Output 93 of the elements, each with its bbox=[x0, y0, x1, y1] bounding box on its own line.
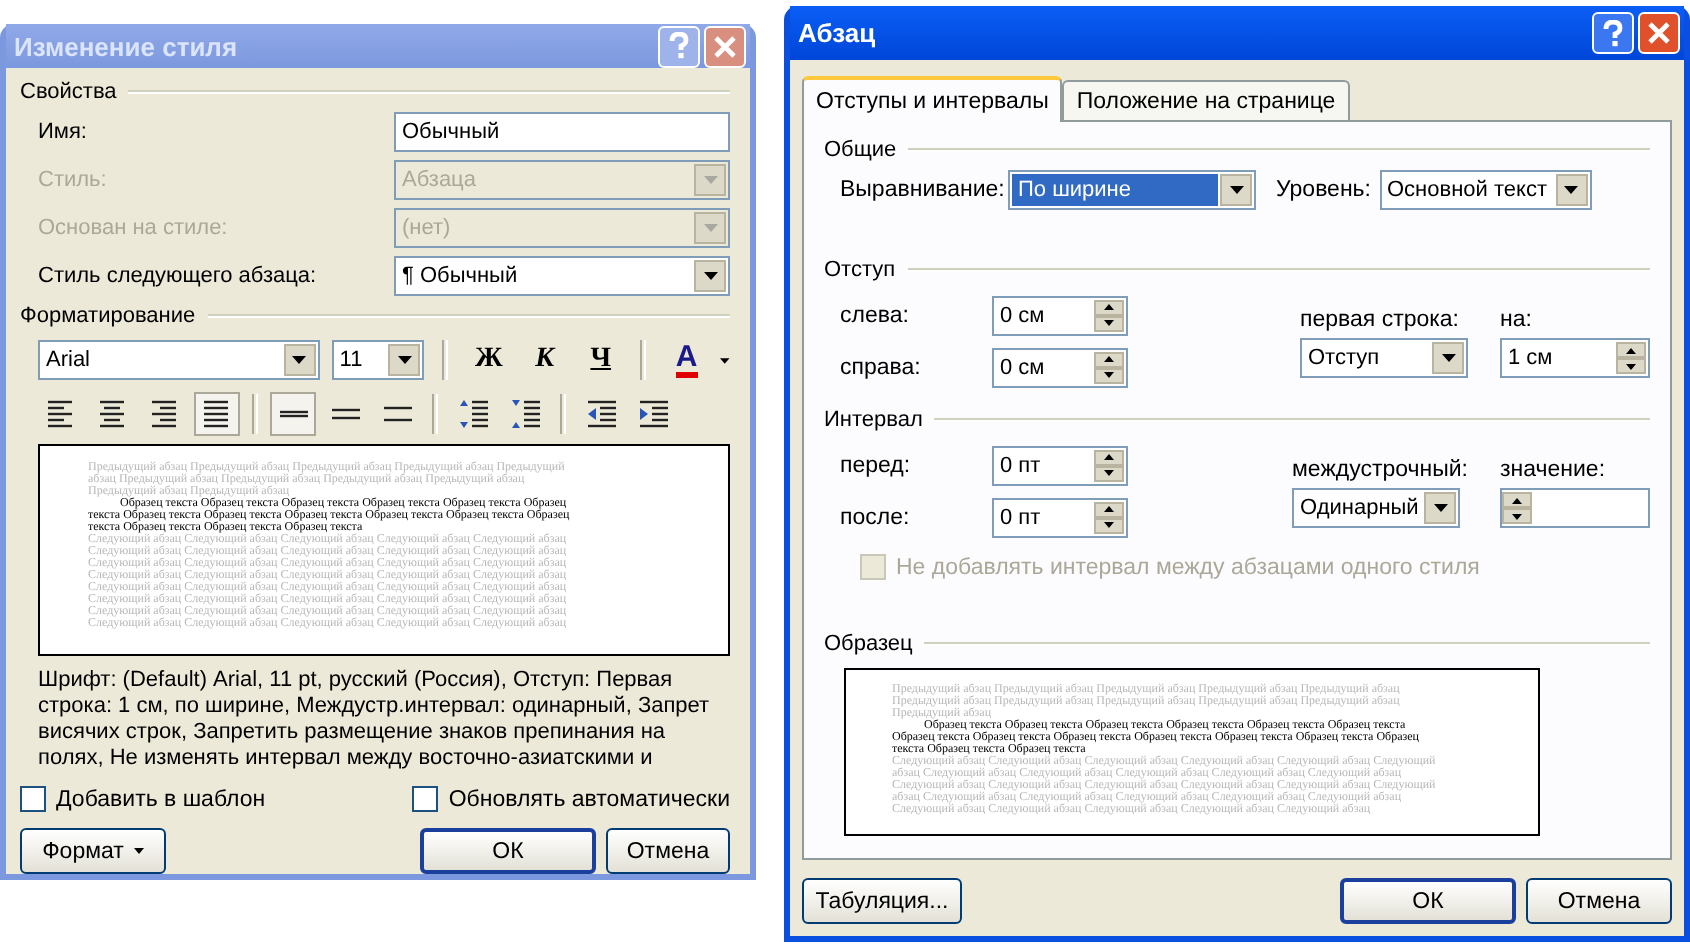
dropdown-arrow-icon bbox=[397, 356, 412, 364]
help-button[interactable] bbox=[1592, 12, 1634, 54]
group-label: Интервал bbox=[824, 408, 923, 432]
indent-increase-icon bbox=[637, 398, 669, 430]
dialog-button[interactable]: Отмена bbox=[1526, 878, 1672, 924]
align-center-icon bbox=[97, 398, 129, 430]
field-label: на: bbox=[1500, 308, 1534, 332]
dropdown-button[interactable] bbox=[283, 344, 316, 376]
dropdown-button[interactable] bbox=[388, 344, 421, 376]
dialog-button[interactable]: ОК bbox=[420, 828, 596, 874]
spinner-buttons[interactable] bbox=[1094, 449, 1124, 481]
field-label: междустрочный: bbox=[1292, 458, 1468, 482]
close-icon bbox=[712, 33, 738, 59]
field-label: Уровень: bbox=[1276, 178, 1371, 202]
field-label: значение: bbox=[1500, 458, 1608, 482]
group-label: Отступ bbox=[824, 258, 896, 282]
dropdown-button[interactable] bbox=[1555, 174, 1587, 206]
dropdown-field[interactable]: Arial bbox=[38, 340, 320, 380]
bold-button[interactable]: Ж bbox=[466, 338, 511, 382]
group-label: Форматирование bbox=[20, 304, 196, 328]
spinner-buttons[interactable] bbox=[1094, 501, 1124, 533]
group-label: Свойства bbox=[20, 80, 117, 104]
align-right-icon bbox=[149, 398, 181, 430]
field-label: слева: bbox=[838, 303, 911, 327]
italic-button[interactable]: К bbox=[522, 338, 567, 382]
name-field[interactable]: Обычный bbox=[394, 112, 730, 152]
spinner-buttons[interactable] bbox=[1502, 492, 1532, 524]
spin-field[interactable]: 0 см bbox=[992, 347, 1128, 387]
dropdown-button[interactable] bbox=[1424, 492, 1457, 524]
align-left-icon bbox=[45, 398, 77, 430]
justify-icon bbox=[201, 398, 233, 430]
style-description: Шрифт: (Default) Arial, 11 pt, русский (Россия), Отступ: Первая строка: 1 см, по ширине, Междустр.интервал: одинарный, Запрет висячих строк, Запретить размещение знаков препинания на полях, Не изменять интервал между восточно-азиатскими и bbox=[38, 668, 712, 774]
field-label: Основан на стиле: bbox=[38, 216, 228, 240]
dialog-button[interactable]: Отмена bbox=[606, 828, 730, 874]
dropdown-arrow-icon bbox=[703, 272, 717, 280]
dropdown-field[interactable]: Основной текст bbox=[1379, 170, 1591, 210]
field-label: Выравнивание: bbox=[840, 178, 1007, 202]
dropdown-arrow-icon bbox=[703, 176, 717, 184]
checkbox-label[interactable]: Добавить в шаблон bbox=[56, 787, 266, 811]
dialog-button[interactable]: ОК bbox=[1340, 878, 1516, 924]
help-icon bbox=[1600, 19, 1626, 47]
group-label: Общие bbox=[824, 138, 897, 162]
dropdown-field[interactable]: По ширине bbox=[1008, 170, 1256, 210]
field-label: первая строка: bbox=[1300, 308, 1462, 332]
spin-field[interactable]: 0 пт bbox=[992, 497, 1128, 537]
close-icon bbox=[1646, 20, 1672, 46]
spinner-buttons[interactable] bbox=[1616, 342, 1646, 374]
field-label: Стиль: bbox=[38, 168, 107, 192]
field-label: справа: bbox=[838, 355, 923, 379]
close-button[interactable] bbox=[1638, 12, 1680, 54]
spin-field[interactable]: 0 пт bbox=[992, 445, 1128, 485]
space-before-icon bbox=[457, 398, 489, 430]
dropdown-button[interactable] bbox=[1432, 342, 1464, 374]
underline-button[interactable]: Ч bbox=[578, 338, 623, 382]
tab[interactable]: Положение на странице bbox=[1062, 80, 1350, 120]
field-label: перед: bbox=[838, 453, 913, 477]
spinner-buttons[interactable] bbox=[1094, 351, 1124, 383]
font-color-button[interactable]: A bbox=[664, 338, 709, 382]
dropdown-button[interactable] bbox=[1220, 174, 1252, 206]
justify-button[interactable] bbox=[194, 392, 240, 436]
indent-decrease-icon bbox=[585, 398, 617, 430]
dropdown-button[interactable] bbox=[694, 260, 726, 292]
dropdown-arrow-icon[interactable] bbox=[720, 357, 731, 363]
dialog-button[interactable]: Табуляция... bbox=[802, 878, 962, 924]
dropdown-arrow-icon bbox=[703, 224, 717, 232]
caret-icon bbox=[133, 848, 144, 854]
spinner-buttons[interactable] bbox=[1094, 299, 1124, 331]
dropdown-field[interactable]: Отступ bbox=[1300, 338, 1468, 378]
field-label: после: bbox=[838, 505, 912, 529]
space-after-icon bbox=[509, 398, 541, 430]
dropdown-field[interactable]: Одинарный bbox=[1292, 488, 1461, 528]
single-spacing-button[interactable] bbox=[270, 392, 316, 436]
dropdown-arrow-icon bbox=[1564, 186, 1578, 194]
dropdown-arrow-icon bbox=[1441, 354, 1455, 362]
spin-field[interactable]: 1 см bbox=[1500, 338, 1650, 378]
group-label: Образец bbox=[824, 632, 913, 656]
window-title: Изменение стиля bbox=[14, 31, 238, 61]
dropdown-arrow-icon bbox=[292, 356, 307, 364]
dropdown-field[interactable]: 11 bbox=[331, 340, 425, 380]
dropdown-field[interactable]: ¶ Обычный bbox=[394, 256, 730, 296]
field-label: Имя: bbox=[38, 120, 87, 144]
spin-field[interactable] bbox=[1500, 488, 1650, 528]
field-label: Стиль следующего абзаца: bbox=[38, 264, 317, 288]
dropdown-arrow-icon bbox=[1229, 186, 1243, 194]
help-icon bbox=[666, 32, 692, 60]
checkbox-label[interactable]: Обновлять автоматически bbox=[448, 787, 730, 811]
window-title: Абзац bbox=[798, 18, 876, 48]
spin-field[interactable]: 0 см bbox=[992, 295, 1128, 335]
checkbox[interactable] bbox=[20, 786, 46, 812]
format-menu-button[interactable]: Формат bbox=[20, 828, 166, 874]
dropdown-arrow-icon bbox=[1433, 504, 1448, 512]
checkbox[interactable] bbox=[412, 786, 439, 812]
tab[interactable]: Отступы и интервалы bbox=[802, 76, 1063, 122]
